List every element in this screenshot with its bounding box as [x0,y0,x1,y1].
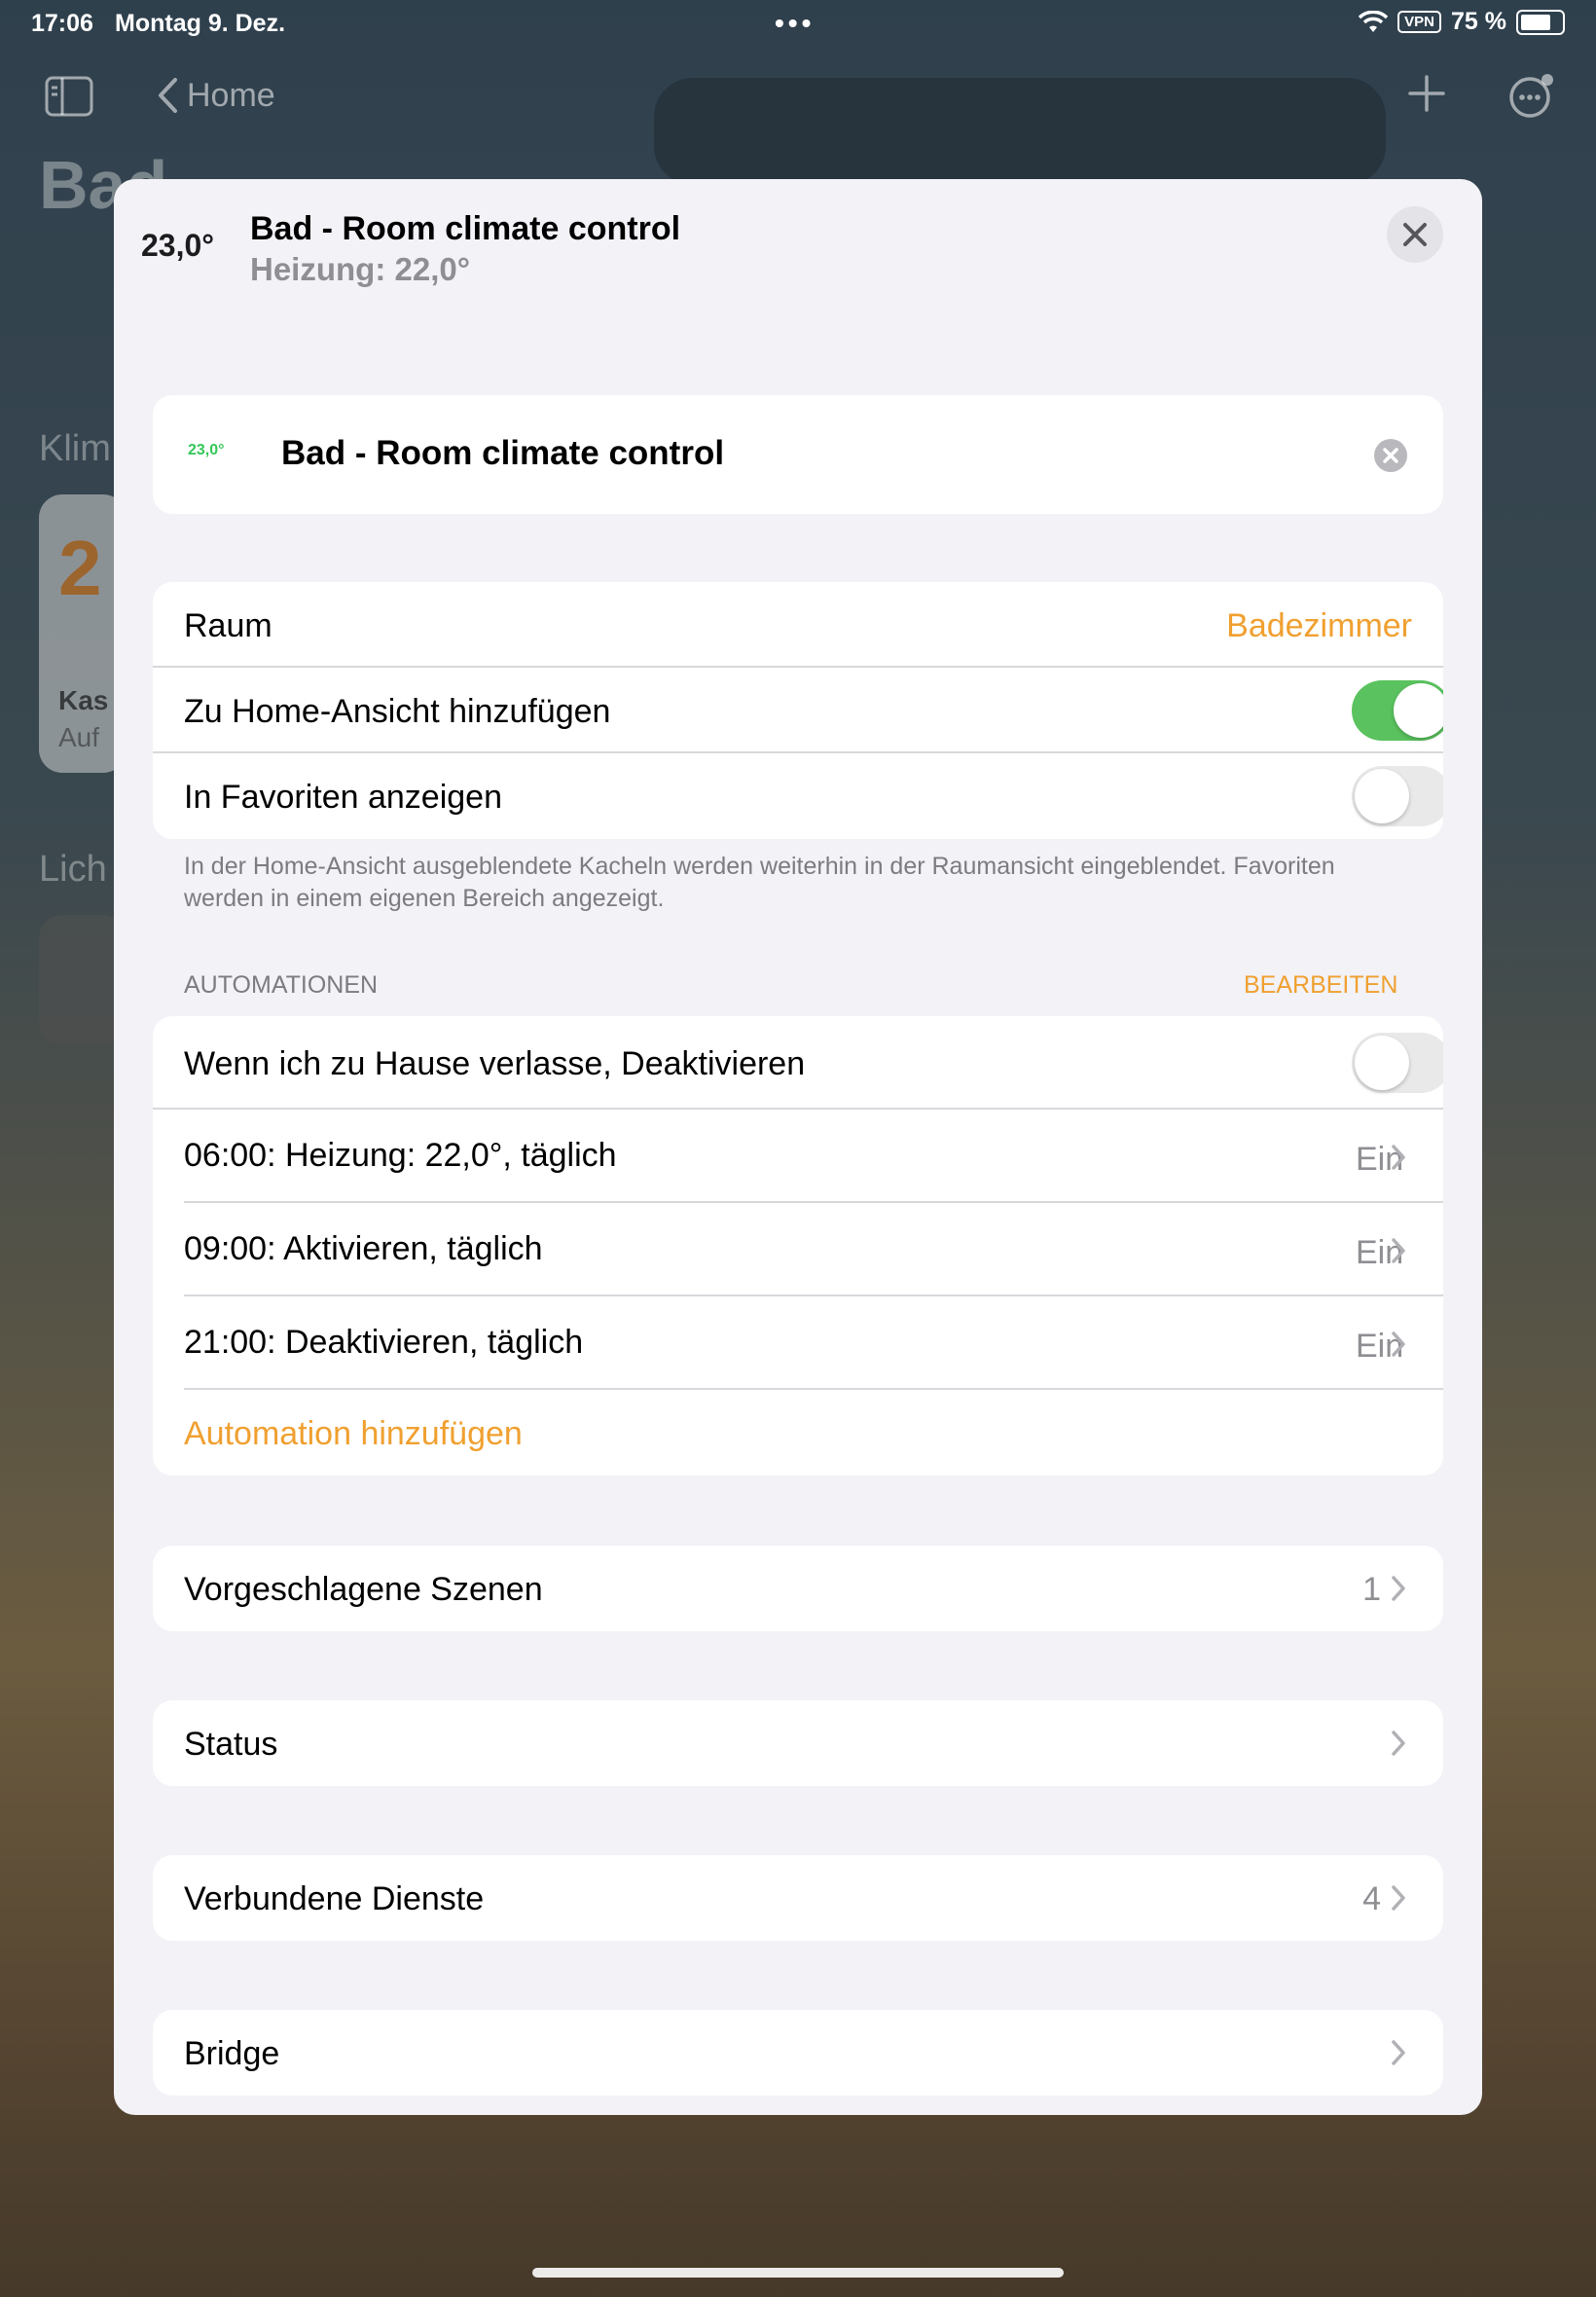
home-indicator[interactable] [532,2268,1064,2278]
chevron-right-icon [1392,1885,1405,1911]
accessory-badge: 23,0° [188,442,225,458]
status-indicators: VPN 75 % [1359,8,1565,36]
chevron-right-icon [1392,1238,1405,1263]
header-subtitle: Heizung: 22,0° [250,251,470,287]
more-icon [1509,74,1553,118]
favorites-label: In Favoriten anzeigen [184,779,502,816]
chevron-right-icon [1392,1331,1405,1357]
wifi-icon [1359,10,1389,32]
add-automation-row[interactable]: Automation hinzufügen [153,1390,1443,1476]
background-section-climate: Klim [39,428,111,469]
leave-home-label: Wenn ich zu Hause verlasse, Deaktivieren [184,1045,806,1082]
chevron-left-icon [159,78,177,113]
add-automation-button[interactable]: Automation hinzufügen [184,1415,523,1453]
bridge-row[interactable]: Bridge [153,2010,1443,2096]
background-tile-title: Kas [58,685,109,715]
bridge-label: Bridge [184,2035,280,2072]
header-temperature: 23,0° [141,228,215,263]
status-label: Status [184,1726,278,1763]
close-button[interactable] [1387,206,1443,263]
settings-group: Raum Badezimmer Zu Home-Ansicht hinzufüg… [153,582,1443,839]
chevron-right-icon [1392,2040,1405,2065]
chevron-right-icon [1392,1731,1405,1756]
leave-home-toggle[interactable] [1352,1033,1443,1093]
room-label: Raum [184,607,272,644]
multitasking-dots[interactable]: ••• [775,8,815,39]
clear-text-icon[interactable] [1374,439,1407,472]
background-tile-sub: Auf [58,722,100,752]
automation-row[interactable]: 21:00: Deaktivieren, täglich Ein [153,1296,1443,1390]
automations-group: Wenn ich zu Hause verlasse, Deaktivieren… [153,1016,1443,1476]
automations-header: AUTOMATIONEN [184,971,379,999]
leave-home-row: Wenn ich zu Hause verlasse, Deaktivieren [153,1016,1443,1110]
favorites-toggle[interactable] [1352,766,1443,826]
settings-footnote: In der Home-Ansicht ausgeblendete Kachel… [184,853,1335,912]
room-value[interactable]: Badezimmer [1226,607,1412,645]
automation-row[interactable]: 06:00: Heizung: 22,0°, täglich Ein [153,1110,1443,1203]
connected-services-label: Verbundene Dienste [184,1880,485,1917]
back-button: Home [156,76,275,115]
sidebar-toggle-icon [45,76,93,117]
name-input[interactable]: Bad - Room climate control [281,434,724,473]
automation-label: 21:00: Deaktivieren, täglich [184,1324,584,1361]
background-tile-temp: 2 [58,525,102,611]
status-row[interactable]: Status [153,1700,1443,1786]
name-field[interactable]: 23,0° Bad - Room climate control [153,395,1443,514]
back-label: Home [187,76,275,114]
header-title: Bad - Room climate control [250,210,681,247]
status-bar: 17:06 Montag 9. Dez. ••• VPN 75 % [0,0,1596,47]
chevron-right-icon [1392,1576,1405,1601]
status-date: Montag 9. Dez. [115,10,286,37]
background-section-light: Lich [39,849,107,890]
close-icon [1403,223,1427,246]
chevron-right-icon [1392,1145,1405,1170]
accessory-detail-sheet: 23,0° Bad - Room climate control Heizung… [114,179,1482,2115]
home-view-toggle[interactable] [1352,680,1443,741]
home-view-row: Zu Home-Ansicht hinzufügen [153,668,1443,753]
home-view-label: Zu Home-Ansicht hinzufügen [184,693,611,730]
room-row[interactable]: Raum Badezimmer [153,582,1443,668]
automations-edit-button[interactable]: BEARBEITEN [1244,971,1397,1000]
favorites-row: In Favoriten anzeigen [153,753,1443,839]
battery-percent: 75 % [1451,8,1506,35]
status-time: 17:06 [31,10,93,37]
vpn-badge: VPN [1397,11,1442,33]
automation-row[interactable]: 09:00: Aktivieren, täglich Ein [153,1203,1443,1296]
suggested-scenes-label: Vorgeschlagene Szenen [184,1571,543,1608]
automation-label: 09:00: Aktivieren, täglich [184,1230,543,1267]
background-dark-card [654,78,1386,185]
suggested-scenes-row[interactable]: Vorgeschlagene Szenen 1 [153,1546,1443,1631]
plus-icon [1408,75,1445,112]
automation-label: 06:00: Heizung: 22,0°, täglich [184,1137,617,1174]
connected-services-row[interactable]: Verbundene Dienste 4 [153,1855,1443,1941]
battery-icon [1516,9,1565,35]
